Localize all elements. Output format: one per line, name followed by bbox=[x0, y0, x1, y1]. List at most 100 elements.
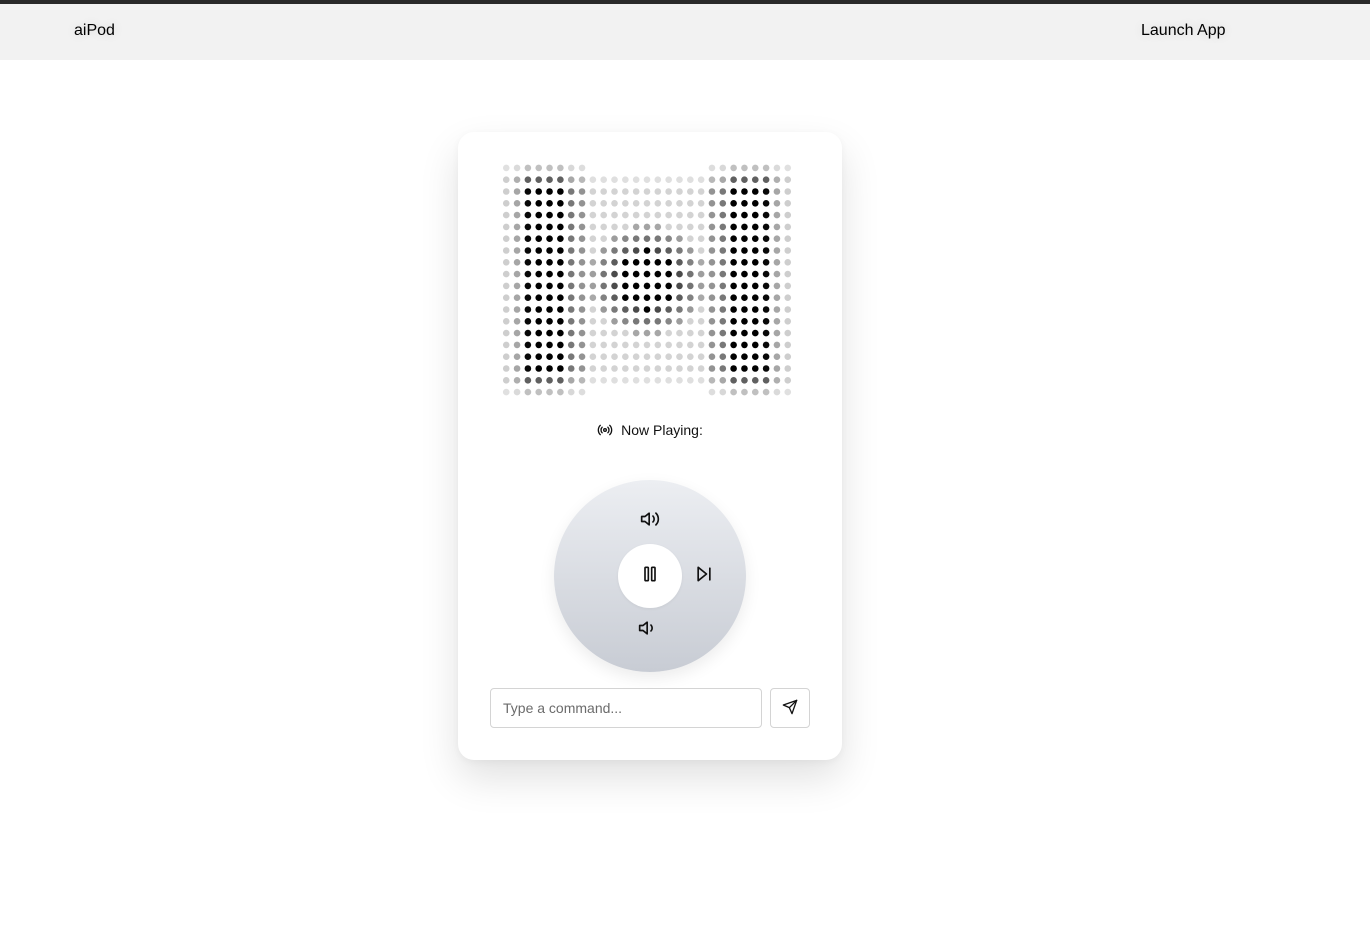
art-dot bbox=[697, 282, 705, 290]
art-dot bbox=[502, 388, 510, 396]
art-dot bbox=[546, 223, 553, 231]
art-dot bbox=[687, 329, 694, 337]
art-dot bbox=[524, 259, 532, 266]
art-dot bbox=[622, 318, 629, 325]
art-dot bbox=[600, 377, 607, 384]
art-dot bbox=[730, 200, 737, 207]
art-dot bbox=[578, 164, 586, 172]
art-dot bbox=[730, 164, 737, 172]
art-dot bbox=[762, 270, 770, 278]
art-dot bbox=[751, 164, 759, 172]
art-dot bbox=[741, 211, 748, 219]
art-dot bbox=[502, 176, 510, 183]
art-dot bbox=[643, 365, 651, 372]
art-dot bbox=[654, 318, 662, 325]
skip-forward-icon bbox=[694, 564, 714, 589]
art-dot bbox=[535, 365, 543, 372]
click-wheel[interactable] bbox=[554, 480, 746, 672]
art-dot bbox=[557, 306, 564, 313]
art-dot bbox=[546, 211, 553, 219]
art-dot bbox=[676, 223, 683, 231]
art-dot bbox=[741, 235, 748, 242]
art-dot bbox=[622, 259, 629, 266]
art-dot bbox=[643, 341, 651, 349]
art-dot bbox=[654, 270, 662, 278]
art-dot bbox=[784, 188, 792, 195]
art-dot bbox=[589, 223, 597, 231]
art-dot bbox=[643, 247, 651, 254]
art-dot bbox=[654, 282, 662, 290]
art-dot bbox=[708, 341, 716, 349]
brand-link[interactable]: aiPod bbox=[62, 16, 127, 46]
art-dot bbox=[513, 318, 521, 325]
art-dot bbox=[600, 365, 607, 372]
art-dot bbox=[557, 176, 564, 183]
art-dot bbox=[643, 235, 651, 242]
art-dot bbox=[719, 259, 727, 266]
art-dot bbox=[589, 318, 597, 325]
command-input[interactable] bbox=[490, 688, 762, 728]
volume-up-button[interactable] bbox=[636, 507, 664, 535]
art-dot bbox=[502, 223, 510, 231]
art-dot bbox=[730, 341, 737, 349]
art-dot bbox=[643, 353, 651, 360]
art-dot bbox=[567, 200, 575, 207]
art-dot bbox=[687, 318, 694, 325]
art-dot bbox=[535, 306, 543, 313]
art-dot bbox=[708, 365, 716, 372]
play-pause-button[interactable] bbox=[618, 544, 682, 608]
art-dot bbox=[773, 341, 781, 349]
art-dot bbox=[773, 235, 781, 242]
art-dot bbox=[665, 294, 672, 301]
art-dot bbox=[622, 200, 629, 207]
art-dot bbox=[784, 365, 792, 372]
art-dot bbox=[535, 247, 543, 254]
art-dot bbox=[708, 282, 716, 290]
art-dot bbox=[676, 235, 683, 242]
art-dot bbox=[622, 270, 629, 278]
art-dot bbox=[567, 259, 575, 266]
art-dot bbox=[762, 164, 770, 172]
art-dot bbox=[632, 223, 640, 231]
art-dot bbox=[600, 223, 607, 231]
art-dot bbox=[762, 176, 770, 183]
art-dot bbox=[665, 341, 672, 349]
art-dot bbox=[546, 176, 553, 183]
art-dot bbox=[708, 270, 716, 278]
art-dot bbox=[773, 329, 781, 337]
art-dot bbox=[643, 200, 651, 207]
art-dot bbox=[589, 188, 597, 195]
art-dot bbox=[719, 247, 727, 254]
art-dot bbox=[535, 388, 543, 396]
art-dot bbox=[546, 294, 553, 301]
art-dot bbox=[719, 282, 727, 290]
art-dot bbox=[622, 329, 629, 337]
art-dot bbox=[546, 365, 553, 372]
art-dot bbox=[546, 164, 553, 172]
art-dot bbox=[643, 223, 651, 231]
send-button[interactable] bbox=[770, 688, 810, 728]
art-dot bbox=[708, 306, 716, 313]
volume-down-button[interactable] bbox=[634, 616, 662, 644]
art-dot bbox=[654, 353, 662, 360]
art-dot bbox=[524, 235, 532, 242]
art-dot bbox=[730, 211, 737, 219]
art-dot bbox=[741, 388, 748, 396]
art-dot bbox=[719, 176, 727, 183]
art-dot bbox=[773, 353, 781, 360]
art-dot bbox=[730, 176, 737, 183]
art-dot bbox=[784, 223, 792, 231]
art-dot bbox=[557, 235, 564, 242]
art-dot bbox=[524, 294, 532, 301]
art-dot bbox=[513, 235, 521, 242]
next-track-button[interactable] bbox=[690, 562, 718, 590]
art-dot bbox=[676, 200, 683, 207]
launch-app-link[interactable]: Launch App bbox=[1129, 16, 1238, 46]
art-dot bbox=[611, 341, 618, 349]
art-dot bbox=[730, 353, 737, 360]
art-dot bbox=[524, 164, 532, 172]
art-dot bbox=[665, 318, 672, 325]
art-dot bbox=[600, 176, 607, 183]
art-dot bbox=[513, 365, 521, 372]
art-dot bbox=[784, 259, 792, 266]
